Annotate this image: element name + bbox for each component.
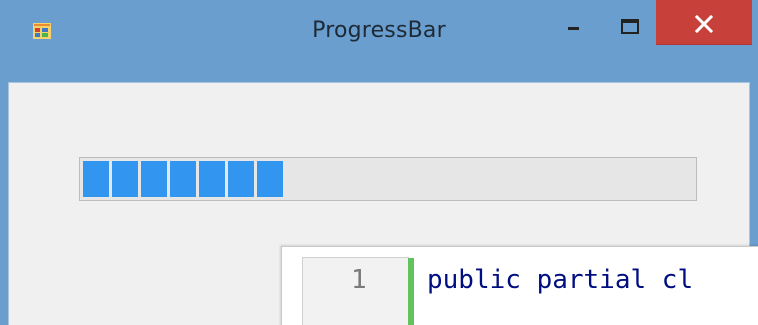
title-bar[interactable]: ProgressBar <box>0 0 758 62</box>
maximize-icon <box>598 19 656 48</box>
progress-block <box>83 161 109 197</box>
app-window: ProgressBar 1 public partial cl <box>0 0 758 325</box>
close-button[interactable] <box>656 0 752 45</box>
minimize-icon <box>552 27 594 48</box>
change-indicator-bar <box>408 258 414 325</box>
progress-block <box>112 161 138 197</box>
progress-block <box>141 161 167 197</box>
code-line[interactable]: public partial cl <box>427 265 693 295</box>
progress-block <box>199 161 225 197</box>
code-editor-overlay: 1 public partial cl <box>281 246 758 325</box>
progress-block <box>257 161 283 197</box>
line-number: 1 <box>351 265 367 295</box>
maximize-button[interactable] <box>598 0 656 44</box>
minimize-button[interactable] <box>552 0 594 44</box>
progress-block <box>228 161 254 197</box>
progress-bar <box>79 157 697 201</box>
progress-block <box>170 161 196 197</box>
close-icon <box>656 14 752 48</box>
